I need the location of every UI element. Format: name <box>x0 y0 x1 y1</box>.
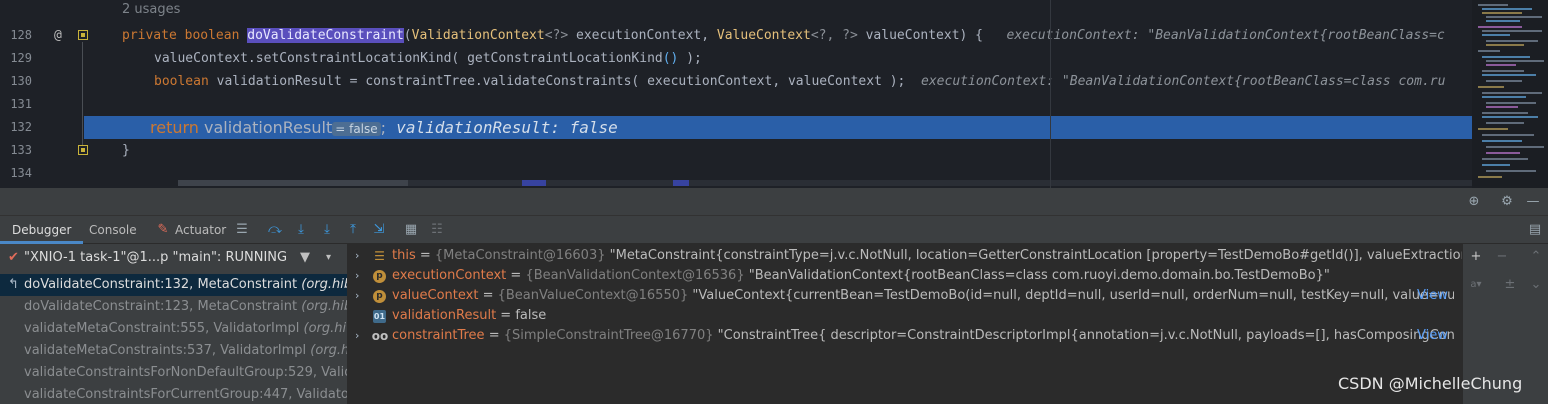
code-line-130: boolean validationResult = constraintTre… <box>154 74 1446 89</box>
inline-debug-hint: validationResult: false <box>396 118 618 137</box>
scroll-marker <box>522 180 546 186</box>
execution-point-line[interactable]: return validationResult = false; validati… <box>84 116 1472 139</box>
variable-row[interactable]: 01 validationResult = false <box>349 306 1462 326</box>
usages-hint[interactable]: 2 usages <box>122 2 180 17</box>
step-over-icon[interactable]: ⤓ <box>292 221 310 239</box>
tab-console[interactable]: Console <box>89 216 137 244</box>
minus-icon[interactable]: — <box>1524 193 1542 211</box>
filter-icon[interactable]: ▼ <box>300 244 310 272</box>
show-execution-point-icon[interactable]: ⤼ <box>266 221 284 239</box>
view-link[interactable]: View <box>1417 286 1448 306</box>
actuator-icon: ✎ <box>157 222 169 237</box>
thread-label: "XNIO-1 task-1"@1...p "main": RUNNING <box>24 250 288 265</box>
evaluate-expression-icon[interactable]: ▦ <box>402 221 420 239</box>
line-number: 133 <box>10 143 32 157</box>
thread-selector[interactable]: ✔ "XNIO-1 task-1"@1...p "main": RUNNING … <box>0 244 347 272</box>
code-line-132: return validationResult = false; validati… <box>150 118 618 137</box>
code-area[interactable]: 2 usages private boolean doValidateConst… <box>88 0 1472 188</box>
inline-value-badge: = false <box>332 122 381 136</box>
chevron-down-icon[interactable]: ▾ <box>326 244 331 272</box>
horizontal-scrollbar[interactable] <box>178 180 1472 186</box>
fold-marker-icon[interactable] <box>78 30 88 40</box>
stack-frame[interactable]: validateConstraintsForNonDefaultGroup:52… <box>0 362 347 384</box>
line-number: 130 <box>10 74 32 88</box>
step-out-icon[interactable]: ⤒ <box>344 221 362 239</box>
line-number: 132 <box>10 120 32 134</box>
parameter-icon: p <box>373 290 386 303</box>
menu-icon[interactable]: ☰ <box>233 221 251 239</box>
line-number: 128 <box>10 28 32 42</box>
expand-arrow-icon[interactable]: › <box>355 286 365 306</box>
frames-panel: ✔ "XNIO-1 task-1"@1...p "main": RUNNING … <box>0 244 348 404</box>
code-line-128: private boolean doValidateConstraint(Val… <box>122 28 1445 43</box>
stack-frame[interactable]: doValidateConstraint:123, MetaConstraint… <box>0 296 347 318</box>
debug-tool-window-header: ⊕ ⚙ — <box>0 188 1548 216</box>
minus-icon[interactable]: − <box>1493 248 1511 266</box>
code-line-129: valueContext.setConstraintLocationKind( … <box>154 51 702 66</box>
boolean-icon: 01 <box>373 310 386 323</box>
trace-icon[interactable]: ☷ <box>428 221 446 239</box>
inline-debug-hint: executionContext: "BeanValidationContext… <box>921 74 1446 89</box>
expand-arrow-icon[interactable]: › <box>355 246 365 266</box>
tab-actuator[interactable]: Actuator <box>175 216 226 244</box>
layout-icon[interactable]: ▤ <box>1526 221 1544 239</box>
stack-frame[interactable]: validateMetaConstraints:537, ValidatorIm… <box>0 340 347 362</box>
chevron-up-icon[interactable]: ⌃ <box>1527 248 1545 266</box>
text-format-icon[interactable]: a▾ <box>1467 276 1485 294</box>
line-number: 131 <box>10 97 32 111</box>
tab-debugger[interactable]: Debugger <box>0 216 84 244</box>
method-name-highlight: doValidateConstraint <box>247 28 404 43</box>
crosshair-icon[interactable]: ⊕ <box>1465 193 1483 211</box>
right-margin-guide <box>1050 0 1051 188</box>
expand-arrow-icon[interactable]: › <box>355 266 365 286</box>
inline-debug-hint: executionContext: "BeanValidationContext… <box>1006 28 1445 43</box>
debugger-tab-bar: Debugger Console ✎ Actuator ☰ ⤼ ⤓ ⤓ ⤒ ⇲ … <box>0 216 1548 244</box>
stack-frame[interactable]: ↰ doValidateConstraint:132, MetaConstrain… <box>0 274 347 296</box>
scrollbar-thumb[interactable] <box>178 180 408 186</box>
watch-glasses-icon: oo <box>371 329 389 343</box>
fold-guide <box>82 42 83 147</box>
expand-arrow-icon[interactable]: › <box>355 326 365 346</box>
check-icon: ✔ <box>8 250 19 265</box>
scroll-marker <box>673 180 689 186</box>
plus-icon[interactable]: ± <box>1501 276 1519 294</box>
variable-row[interactable]: › p executionContext = {BeanValidationCo… <box>349 266 1462 286</box>
return-arrow-icon: ↰ <box>8 277 19 292</box>
stack-frame[interactable]: validateConstraintsForCurrentGroup:447, … <box>0 384 347 404</box>
variable-row[interactable]: › oo constraintTree = {SimpleConstraintT… <box>349 326 1462 346</box>
list-icon: ☰ <box>374 249 385 263</box>
stack-frame[interactable]: validateMetaConstraint:555, ValidatorImp… <box>0 318 347 340</box>
parameter-icon: p <box>373 270 386 283</box>
code-line-133: } <box>122 143 130 158</box>
editor-gutter[interactable]: 128 129 130 131 132 133 134 @ <box>0 0 88 188</box>
watermark: CSDN @MichelleChung <box>1338 374 1523 393</box>
line-number: 129 <box>10 51 32 65</box>
plus-icon[interactable]: + <box>1467 248 1485 266</box>
view-link[interactable]: View <box>1417 326 1448 346</box>
annotation-marker-icon[interactable]: @ <box>54 24 62 47</box>
code-editor[interactable]: 128 129 130 131 132 133 134 @ 2 usages p… <box>0 0 1548 188</box>
chevron-down-icon[interactable]: ⌄ <box>1527 276 1545 294</box>
run-to-cursor-icon[interactable]: ⇲ <box>370 221 388 239</box>
variable-row[interactable]: › p valueContext = {BeanValueContext@165… <box>349 286 1462 306</box>
fold-marker-icon[interactable] <box>78 145 88 155</box>
variables-panel: › ☰ this = {MetaConstraint@16603} "MetaC… <box>349 244 1462 404</box>
gear-icon[interactable]: ⚙ <box>1498 193 1516 211</box>
code-minimap[interactable] <box>1472 0 1548 188</box>
line-number: 134 <box>10 166 32 180</box>
variable-row[interactable]: › ☰ this = {MetaConstraint@16603} "MetaC… <box>349 246 1462 266</box>
step-into-icon[interactable]: ⤓ <box>318 221 336 239</box>
